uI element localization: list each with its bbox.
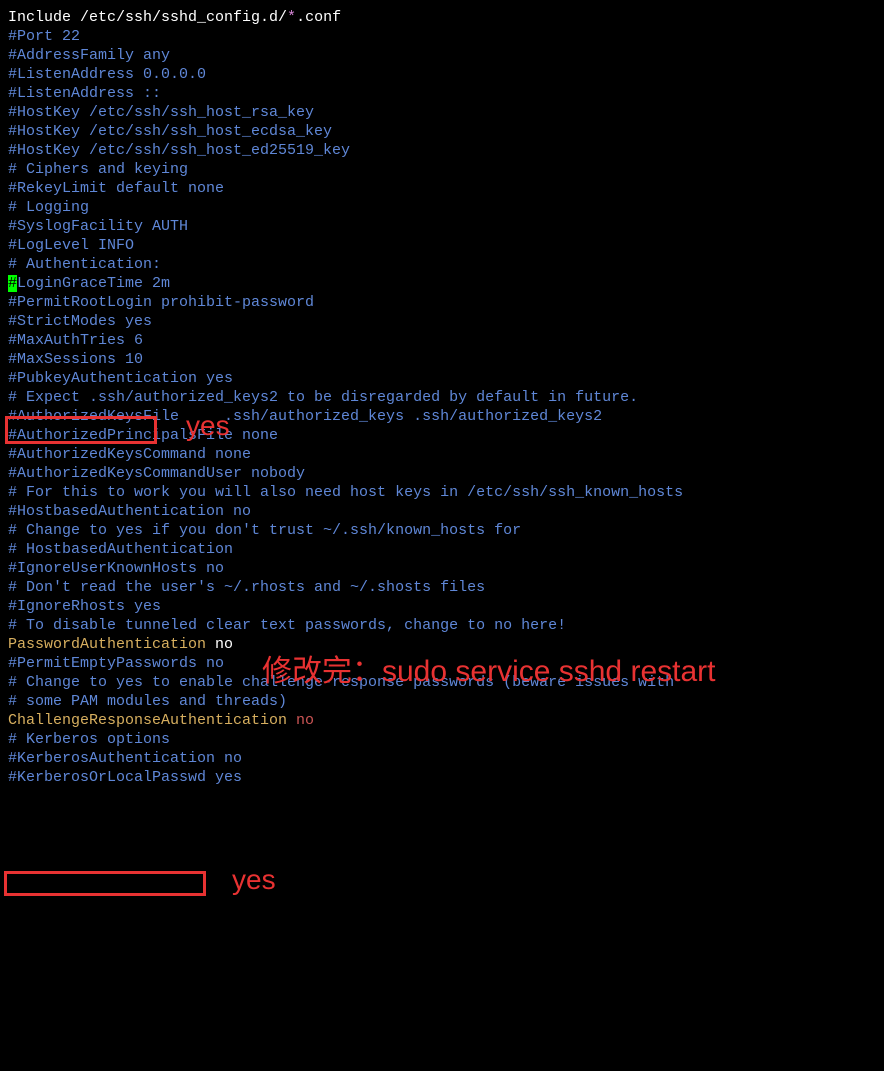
config-line: # For this to work you will also need ho… xyxy=(8,483,876,502)
config-line: # some PAM modules and threads) xyxy=(8,692,876,711)
text: no xyxy=(206,636,233,653)
config-line: #HostKey /etc/ssh/ssh_host_rsa_key xyxy=(8,103,876,122)
annotation-box-password-auth xyxy=(4,871,206,896)
config-line-password-auth: PasswordAuthentication no xyxy=(8,635,876,654)
config-line: #IgnoreRhosts yes xyxy=(8,597,876,616)
config-line: #SyslogFacility AUTH xyxy=(8,217,876,236)
config-line: #ListenAddress 0.0.0.0 xyxy=(8,65,876,84)
config-line: #MaxAuthTries 6 xyxy=(8,331,876,350)
config-line: # Logging xyxy=(8,198,876,217)
config-line: #AddressFamily any xyxy=(8,46,876,65)
annotation-text-restart: 修改完：sudo service sshd restart xyxy=(262,662,715,681)
text: Include /etc/ssh/sshd_config.d/ xyxy=(8,9,287,26)
cursor-position: # xyxy=(8,275,17,292)
config-line: #KerberosAuthentication no xyxy=(8,749,876,768)
config-line: # Authentication: xyxy=(8,255,876,274)
text: LoginGraceTime 2m xyxy=(17,275,170,292)
text: * xyxy=(287,9,296,26)
text: ChallengeResponseAuthentication xyxy=(8,712,296,729)
config-line: # To disable tunneled clear text passwor… xyxy=(8,616,876,635)
config-line: #RekeyLimit default none xyxy=(8,179,876,198)
config-line: #HostbasedAuthentication no xyxy=(8,502,876,521)
text: PasswordAuthentication xyxy=(8,636,206,653)
config-line: #LogLevel INFO xyxy=(8,236,876,255)
config-line: #StrictModes yes xyxy=(8,312,876,331)
annotation-text-yes-2: yes xyxy=(232,870,276,889)
config-line: ChallengeResponseAuthentication no xyxy=(8,711,876,730)
config-line: #LoginGraceTime 2m xyxy=(8,274,876,293)
config-line: #ListenAddress :: xyxy=(8,84,876,103)
config-line: #AuthorizedKeysCommand none xyxy=(8,445,876,464)
config-line: #HostKey /etc/ssh/ssh_host_ecdsa_key xyxy=(8,122,876,141)
config-line: # Kerberos options xyxy=(8,730,876,749)
config-line: #IgnoreUserKnownHosts no xyxy=(8,559,876,578)
config-line: #MaxSessions 10 xyxy=(8,350,876,369)
config-line: # Ciphers and keying xyxy=(8,160,876,179)
config-line: # Change to yes if you don't trust ~/.ss… xyxy=(8,521,876,540)
config-line-permit-root: #PermitRootLogin prohibit-password xyxy=(8,293,876,312)
config-line: # Expect .ssh/authorized_keys2 to be dis… xyxy=(8,388,876,407)
text: no xyxy=(296,712,314,729)
config-line: # Don't read the user's ~/.rhosts and ~/… xyxy=(8,578,876,597)
config-line: #HostKey /etc/ssh/ssh_host_ed25519_key xyxy=(8,141,876,160)
config-line: # HostbasedAuthentication xyxy=(8,540,876,559)
config-line: #AuthorizedKeysCommandUser nobody xyxy=(8,464,876,483)
config-line: #Port 22 xyxy=(8,27,876,46)
annotation-box-permit-root xyxy=(5,416,157,444)
config-line: Include /etc/ssh/sshd_config.d/*.conf xyxy=(8,8,876,27)
annotation-text-yes-1: yes xyxy=(186,416,230,435)
config-line: #PubkeyAuthentication yes xyxy=(8,369,876,388)
text: .conf xyxy=(296,9,341,26)
config-line: #KerberosOrLocalPasswd yes xyxy=(8,768,876,787)
